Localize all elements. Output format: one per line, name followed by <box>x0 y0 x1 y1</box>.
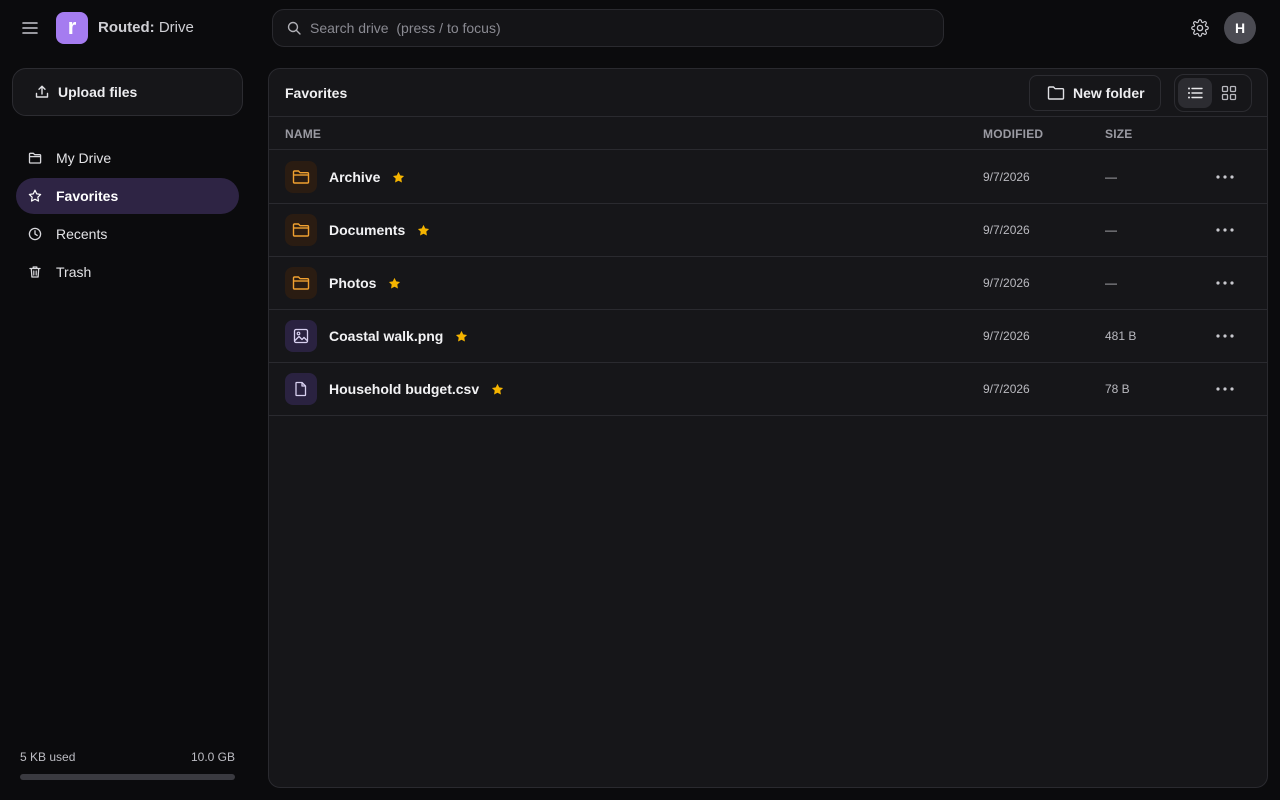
file-size: — <box>1105 223 1117 237</box>
document-file-icon <box>285 373 317 405</box>
file-name[interactable]: Photos <box>329 275 376 291</box>
file-browser-panel: Favorites New folder NAME MODIFIED SIZE <box>268 68 1268 788</box>
sidebar-item-label: Recents <box>56 226 108 242</box>
file-modified: 9/7/2026 <box>983 170 1030 184</box>
search-icon <box>287 21 301 35</box>
more-options-icon[interactable] <box>1211 326 1239 346</box>
folder-icon <box>28 151 42 165</box>
storage-usage: 5 KB used 10.0 GB <box>20 750 235 780</box>
trash-icon <box>28 265 42 279</box>
star-filled-icon[interactable] <box>455 330 468 343</box>
upload-files-label: Upload files <box>58 84 138 100</box>
upload-files-button[interactable]: Upload files <box>12 68 243 116</box>
file-name[interactable]: Coastal walk.png <box>329 328 443 344</box>
table-header: NAME MODIFIED SIZE <box>269 118 1267 150</box>
column-header-name[interactable]: NAME <box>285 127 321 141</box>
top-bar: r Routed: Drive H <box>0 0 1280 56</box>
more-options-icon[interactable] <box>1211 220 1239 240</box>
search-input[interactable] <box>310 20 910 36</box>
more-options-icon[interactable] <box>1211 379 1239 399</box>
list-icon <box>1187 86 1203 100</box>
file-size: 78 B <box>1105 382 1130 396</box>
app-title-bold: Routed: <box>98 19 155 36</box>
column-header-modified[interactable]: MODIFIED <box>983 127 1043 141</box>
sidebar-item-trash[interactable]: Trash <box>16 254 239 290</box>
file-modified: 9/7/2026 <box>983 276 1030 290</box>
folder-plus-icon <box>1047 85 1065 101</box>
sidebar-item-label: My Drive <box>56 150 112 166</box>
hamburger-menu-icon[interactable] <box>16 14 44 42</box>
file-modified: 9/7/2026 <box>983 382 1030 396</box>
file-name[interactable]: Archive <box>329 169 380 185</box>
grid-view-button[interactable] <box>1212 78 1246 108</box>
grid-icon <box>1221 85 1237 101</box>
table-row[interactable]: Archive 9/7/2026 — <box>269 151 1267 204</box>
table-row[interactable]: Documents 9/7/2026 — <box>269 204 1267 257</box>
more-options-icon[interactable] <box>1211 273 1239 293</box>
logo-letter: r <box>67 14 77 39</box>
sidebar-item-label: Favorites <box>56 188 119 204</box>
table-row[interactable]: Household budget.csv 9/7/2026 78 B <box>269 363 1267 416</box>
file-size: — <box>1105 276 1117 290</box>
upload-icon <box>35 85 49 99</box>
image-file-icon <box>285 320 317 352</box>
sidebar-item-recents[interactable]: Recents <box>16 216 239 252</box>
more-options-icon[interactable] <box>1211 167 1239 187</box>
file-modified: 9/7/2026 <box>983 329 1030 343</box>
sidebar-item-label: Trash <box>56 264 92 280</box>
star-filled-icon[interactable] <box>388 277 401 290</box>
file-name[interactable]: Documents <box>329 222 405 238</box>
file-size: — <box>1105 170 1117 184</box>
search-bar[interactable] <box>272 9 944 47</box>
star-filled-icon[interactable] <box>417 224 430 237</box>
column-header-size[interactable]: SIZE <box>1105 127 1132 141</box>
clock-icon <box>28 227 42 241</box>
sidebar-nav: My Drive Favorites Recents Trash <box>16 140 239 292</box>
folder-icon <box>285 214 317 246</box>
star-filled-icon[interactable] <box>491 383 504 396</box>
sidebar-item-my-drive[interactable]: My Drive <box>16 140 239 176</box>
star-filled-icon[interactable] <box>392 171 405 184</box>
new-folder-button[interactable]: New folder <box>1029 75 1161 111</box>
folder-icon <box>285 161 317 193</box>
file-size: 481 B <box>1105 329 1137 343</box>
table-row[interactable]: Coastal walk.png 9/7/2026 481 B <box>269 310 1267 363</box>
panel-header: Favorites New folder <box>269 69 1267 117</box>
storage-used-label: 5 KB used <box>20 750 76 764</box>
page-title: Favorites <box>285 85 348 101</box>
table-row[interactable]: Photos 9/7/2026 — <box>269 257 1267 310</box>
file-list: Archive 9/7/2026 — Documents 9/7/2026 — … <box>269 151 1267 416</box>
file-modified: 9/7/2026 <box>983 223 1030 237</box>
list-view-button[interactable] <box>1178 78 1212 108</box>
storage-progress-bar <box>20 774 235 780</box>
app-title-rest: Drive <box>154 19 194 36</box>
star-outline-icon <box>28 189 42 203</box>
file-name[interactable]: Household budget.csv <box>329 381 479 397</box>
user-avatar[interactable]: H <box>1224 12 1256 44</box>
view-toggle <box>1174 74 1252 112</box>
new-folder-label: New folder <box>1073 85 1145 101</box>
sidebar-item-favorites[interactable]: Favorites <box>16 178 239 214</box>
folder-icon <box>285 267 317 299</box>
gear-icon[interactable] <box>1188 16 1212 40</box>
app-logo[interactable]: r <box>56 12 88 44</box>
app-title: Routed: Drive <box>98 19 194 36</box>
storage-total-label: 10.0 GB <box>190 750 235 764</box>
